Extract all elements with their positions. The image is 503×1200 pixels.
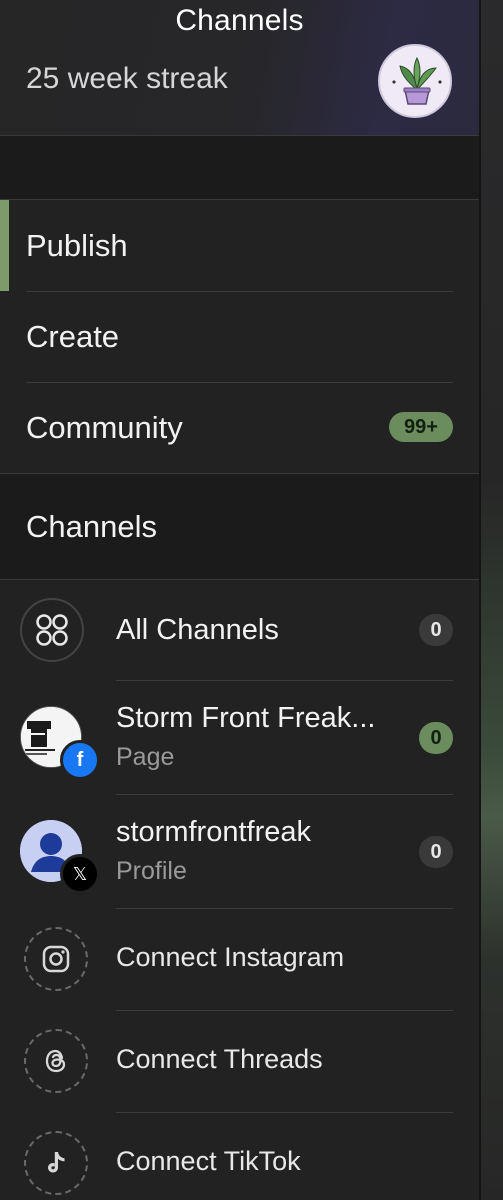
community-count-badge: 99+ — [389, 412, 453, 442]
connect-label: Connect TikTok — [116, 1146, 301, 1176]
channel-name: stormfrontfreak — [116, 816, 311, 848]
nav-item-label: Create — [26, 318, 120, 354]
nav-item-label: Publish — [26, 227, 128, 263]
channel-type: Profile — [116, 857, 187, 885]
channel-name: Storm Front Freak... — [116, 702, 376, 734]
grid-circles-icon — [20, 598, 84, 662]
connect-threads-item[interactable]: Connect Threads — [0, 1010, 479, 1112]
potted-plant-icon — [392, 56, 442, 105]
header-spacer — [0, 136, 479, 200]
facebook-icon: f — [60, 740, 100, 780]
page-title: Channels — [175, 4, 304, 37]
instagram-icon — [24, 927, 88, 991]
tiktok-icon — [24, 1131, 88, 1195]
nav-item-publish[interactable]: Publish — [0, 200, 479, 291]
drawer-header: Channels 25 week streak — [0, 0, 479, 136]
channel-type: Page — [116, 743, 175, 771]
background-content-edge — [479, 0, 503, 1200]
nav-item-label: Community — [26, 409, 183, 445]
all-channels-item[interactable]: All Channels 0 — [0, 580, 479, 680]
channel-item-x-profile[interactable]: 𝕏 stormfrontfreak Profile 0 — [0, 794, 479, 908]
nav-item-community[interactable]: Community 99+ — [0, 382, 479, 473]
channel-count-badge: 0 — [419, 722, 453, 754]
channels-drawer: Channels 25 week streak Publish Create C… — [0, 0, 479, 1200]
user-avatar[interactable] — [378, 44, 452, 118]
channel-count-badge: 0 — [419, 836, 453, 868]
primary-nav: Publish Create Community 99+ — [0, 200, 479, 474]
threads-icon — [24, 1029, 88, 1093]
channel-count-badge: 0 — [419, 614, 453, 646]
streak-label: 25 week streak — [26, 62, 228, 95]
connect-label: Connect Threads — [116, 1044, 323, 1074]
connect-instagram-item[interactable]: Connect Instagram — [0, 908, 479, 1010]
x-icon: 𝕏 — [60, 854, 100, 894]
connect-tiktok-item[interactable]: Connect TikTok — [0, 1112, 479, 1200]
channel-name: All Channels — [116, 614, 279, 646]
nav-item-create[interactable]: Create — [0, 291, 479, 382]
channels-section-heading: Channels — [0, 474, 479, 580]
connect-label: Connect Instagram — [116, 942, 345, 972]
channel-item-facebook-page[interactable]: f Storm Front Freak... Page 0 — [0, 680, 479, 794]
